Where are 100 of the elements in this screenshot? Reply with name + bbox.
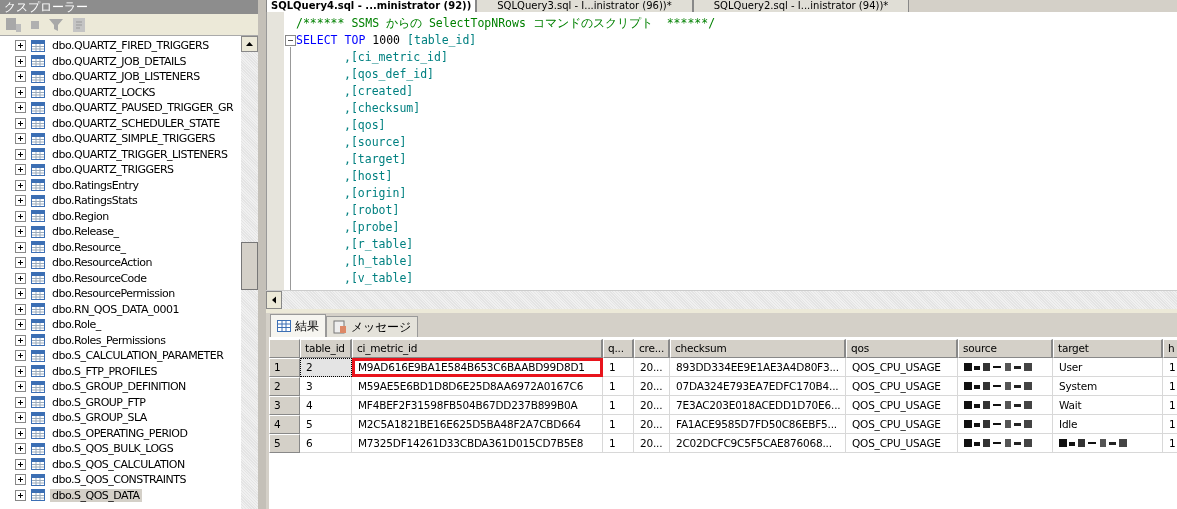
grid-corner[interactable] — [269, 339, 300, 358]
tree-item[interactable]: dbo.QUARTZ_SIMPLE_TRIGGERS — [50, 132, 217, 146]
code-token: ,[checksum] — [344, 100, 421, 117]
tree-item[interactable]: dbo.S_OPERATING_PERIOD — [50, 426, 190, 440]
tree-item[interactable]: dbo.ResourceAction — [50, 256, 154, 270]
table-cell: 20... — [634, 377, 670, 396]
row-header[interactable]: 2 — [269, 377, 300, 396]
row-header[interactable]: 4 — [269, 415, 300, 434]
results-tab[interactable]: メッセージ — [326, 316, 418, 337]
tree-item[interactable]: dbo.Roles_Permissions — [50, 333, 168, 347]
expand-toggle[interactable] — [15, 381, 26, 393]
scroll-thumb[interactable] — [241, 242, 258, 290]
expand-toggle[interactable] — [15, 117, 26, 129]
column-header[interactable]: q... — [603, 339, 634, 358]
tree-item[interactable]: dbo.RatingsEntry — [50, 178, 141, 192]
expand-toggle[interactable] — [15, 148, 26, 160]
tree-item[interactable]: dbo.QUARTZ_PAUSED_TRIGGER_GR — [50, 101, 236, 115]
row-header[interactable]: 5 — [269, 434, 300, 453]
scroll-left-button[interactable] — [266, 291, 282, 309]
expand-toggle[interactable] — [15, 102, 26, 114]
tree-item[interactable]: dbo.QUARTZ_LOCKS — [50, 85, 158, 99]
expand-toggle[interactable] — [15, 164, 26, 176]
expand-toggle[interactable] — [15, 71, 26, 83]
tree-item[interactable]: dbo.S_QOS_CONSTRAINTS — [50, 473, 188, 487]
expand-toggle[interactable] — [15, 179, 26, 191]
expand-toggle[interactable] — [15, 226, 26, 238]
column-header[interactable]: checksum — [670, 339, 846, 358]
expand-toggle[interactable] — [15, 288, 26, 300]
expand-toggle[interactable] — [15, 133, 26, 145]
expand-toggle[interactable] — [15, 350, 26, 362]
tree-item[interactable]: dbo.ResourceCode — [50, 271, 149, 285]
expand-toggle[interactable] — [15, 458, 26, 470]
expand-toggle[interactable] — [15, 55, 26, 67]
expand-toggle[interactable] — [15, 257, 26, 269]
row-header[interactable]: 3 — [269, 396, 300, 415]
tree-item[interactable]: dbo.S_GROUP_SLA — [50, 411, 149, 425]
horizontal-scrollbar[interactable] — [266, 290, 1177, 309]
tree-item[interactable]: dbo.QUARTZ_TRIGGER_LISTENERS — [50, 147, 230, 161]
code-token: 1000 — [372, 32, 401, 49]
tree-item[interactable]: dbo.S_QOS_BULK_LOGS — [50, 442, 176, 456]
expand-toggle[interactable] — [15, 86, 26, 98]
expand-toggle[interactable] — [15, 303, 26, 315]
expand-toggle[interactable] — [15, 396, 26, 408]
expand-toggle[interactable] — [15, 40, 26, 52]
document-tab[interactable]: SQLQuery2.sql - I...inistrator (94))* — [692, 0, 910, 12]
table-cell: 893DD334EE9E1AE3A4D80F3... — [670, 358, 846, 377]
table-cell: 1 — [1163, 415, 1177, 434]
tree-item[interactable]: dbo.QUARTZ_FIRED_TRIGGERS — [50, 39, 211, 53]
expand-toggle[interactable] — [15, 195, 26, 207]
tree-item[interactable]: dbo.Release_ — [50, 225, 121, 239]
column-header[interactable]: qos — [846, 339, 958, 358]
code-token: ,[source] — [344, 134, 407, 151]
tree-item[interactable]: dbo.QUARTZ_JOB_LISTENERS — [50, 70, 202, 84]
column-header[interactable]: table_id — [300, 339, 352, 358]
expand-toggle[interactable] — [15, 474, 26, 486]
row-header[interactable]: 1 — [269, 358, 300, 377]
tree-item[interactable]: dbo.Resource_ — [50, 240, 128, 254]
expand-toggle[interactable] — [15, 365, 26, 377]
tree-item[interactable]: dbo.S_QOS_DATA — [50, 488, 142, 502]
expand-toggle[interactable] — [15, 241, 26, 253]
expand-toggle[interactable] — [15, 210, 26, 222]
document-tab[interactable]: SQLQuery4.sql - ...ministrator (92)) — [266, 0, 477, 12]
tree-item[interactable]: dbo.S_CALCULATION_PARAMETER — [50, 349, 226, 363]
expand-toggle[interactable] — [15, 412, 26, 424]
tree-item[interactable]: dbo.RatingsStats — [50, 194, 140, 208]
tree-item[interactable]: dbo.QUARTZ_SCHEDULER_STATE — [50, 116, 222, 130]
column-header[interactable]: source — [958, 339, 1053, 358]
column-header[interactable]: h — [1163, 339, 1177, 358]
table-cell: 20... — [634, 415, 670, 434]
scroll-up-button[interactable] — [241, 36, 258, 52]
tree-item[interactable]: dbo.S_GROUP_FTP — [50, 395, 148, 409]
expand-toggle[interactable] — [15, 443, 26, 455]
results-tab[interactable]: 結果 — [270, 314, 326, 337]
table-cell: System — [1053, 377, 1163, 396]
tree-item[interactable]: dbo.ResourcePermission — [50, 287, 177, 301]
tree-item[interactable]: dbo.S_QOS_CALCULATION — [50, 457, 187, 471]
table-cell: QOS_CPU_USAGE — [846, 377, 958, 396]
expand-toggle[interactable] — [15, 319, 26, 331]
collapse-toggle[interactable] — [285, 35, 296, 46]
table-cell: M59AE5E6BD1D8D6E25D8AA6972A0167C6 — [352, 377, 603, 396]
tree-item[interactable]: dbo.QUARTZ_TRIGGERS — [50, 163, 176, 177]
column-header[interactable]: target — [1053, 339, 1163, 358]
expand-toggle[interactable] — [15, 489, 26, 501]
column-header[interactable]: ci_metric_id — [352, 339, 603, 358]
column-header[interactable]: cre... — [634, 339, 670, 358]
code-token: ,[r_table] — [344, 236, 414, 253]
table-icon — [31, 380, 45, 393]
table-icon — [31, 427, 45, 440]
expand-toggle[interactable] — [15, 334, 26, 346]
tree-item[interactable]: dbo.RN_QOS_DATA_0001 — [50, 302, 181, 316]
expand-toggle[interactable] — [15, 427, 26, 439]
expand-toggle[interactable] — [15, 272, 26, 284]
tree-item[interactable]: dbo.QUARTZ_JOB_DETAILS — [50, 54, 188, 68]
tree-item[interactable]: dbo.S_GROUP_DEFINITION — [50, 380, 188, 394]
tree-item[interactable]: dbo.Region — [50, 209, 111, 223]
tree-item[interactable]: dbo.S_FTP_PROFILES — [50, 364, 160, 378]
table-cell: 20... — [634, 358, 670, 377]
tree-item[interactable]: dbo.Role_ — [50, 318, 103, 332]
document-tab[interactable]: SQLQuery3.sql - I...inistrator (96))* — [476, 0, 693, 12]
code-token: /****** SSMS からの SelectTopNRows コマンドのスクリプト ******/ — [296, 15, 716, 32]
